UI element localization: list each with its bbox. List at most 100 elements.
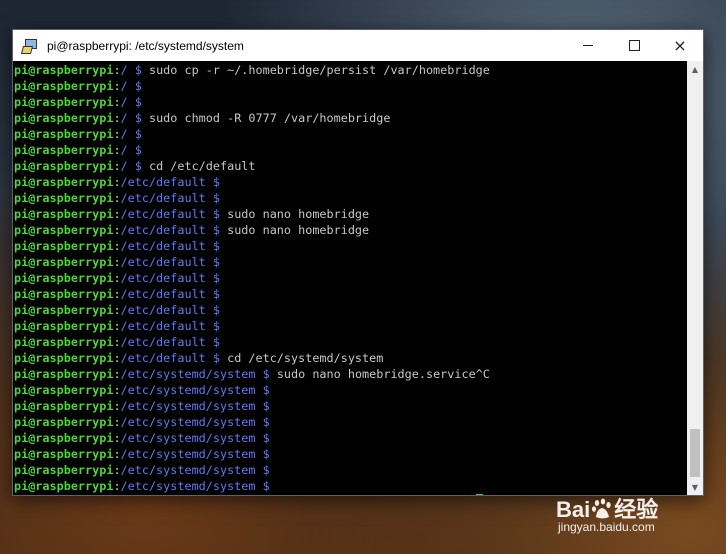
terminal-line: pi@raspberrypi:/ $ [14, 127, 149, 141]
terminal-line: pi@raspberrypi:/etc/default $ sudo nano … [14, 223, 370, 237]
prompt-user: pi@raspberrypi [14, 463, 114, 477]
prompt-path: /etc/default [120, 271, 206, 285]
command-text: sudo nano homebridge [227, 207, 370, 221]
prompt-path: /etc/systemd/system [120, 415, 256, 429]
prompt-user: pi@raspberrypi [14, 95, 114, 109]
prompt-user: pi@raspberrypi [14, 367, 114, 381]
prompt-user: pi@raspberrypi [14, 255, 114, 269]
prompt-path: /etc/default [120, 287, 206, 301]
close-button[interactable]: × [657, 30, 703, 61]
prompt-user: pi@raspberrypi [14, 223, 114, 237]
prompt-path: / [120, 111, 128, 125]
terminal-line: pi@raspberrypi:/ $ sudo cp -r ~/.homebri… [14, 63, 490, 77]
prompt-path: /etc/default [120, 223, 206, 237]
terminal-line: pi@raspberrypi:/ $ sudo chmod -R 0777 /v… [14, 111, 391, 125]
terminal-line: pi@raspberrypi:/etc/default $ cd /etc/sy… [14, 351, 384, 365]
prompt-path: / [120, 95, 128, 109]
prompt-user: pi@raspberrypi [14, 159, 114, 173]
terminal-line: pi@raspberrypi:/etc/default $ [14, 287, 228, 301]
prompt-user: pi@raspberrypi [14, 79, 114, 93]
prompt-path: /etc/default [120, 175, 206, 189]
prompt-user: pi@raspberrypi [14, 271, 114, 285]
terminal-line: pi@raspberrypi:/ $ [14, 95, 149, 109]
prompt-user: pi@raspberrypi [14, 319, 114, 333]
close-icon: × [673, 36, 687, 55]
prompt-path: / [120, 127, 128, 141]
scrollbar-thumb[interactable] [690, 429, 700, 477]
scroll-down-arrow-icon[interactable]: ▼ [687, 479, 703, 495]
minimize-button[interactable] [565, 30, 611, 61]
command-text: sudo chmod -R 0777 /var/homebridge [148, 111, 391, 125]
vertical-scrollbar[interactable]: ▲ ▼ [687, 61, 703, 495]
prompt-user: pi@raspberrypi [14, 447, 114, 461]
prompt-path: /etc/default [120, 239, 206, 253]
terminal-line: pi@raspberrypi:/etc/systemd/system $ [14, 399, 277, 413]
watermark-url: jingyan.baidu.com [558, 520, 655, 534]
prompt-path: /etc/systemd/system [120, 383, 256, 397]
prompt-user: pi@raspberrypi [14, 479, 114, 493]
watermark-brand-right: 经验 [614, 497, 659, 522]
terminal-line: pi@raspberrypi:/etc/systemd/system $ sud… [14, 367, 490, 381]
terminal-line: pi@raspberrypi:/etc/systemd/system $ [14, 383, 277, 397]
prompt-user: pi@raspberrypi [14, 351, 114, 365]
maximize-icon [628, 40, 640, 51]
prompt-user: pi@raspberrypi [14, 127, 114, 141]
terminal-line: pi@raspberrypi:/ $ [14, 79, 149, 93]
prompt-path: /etc/systemd/system [120, 479, 256, 493]
prompt-user: pi@raspberrypi [14, 207, 114, 221]
prompt-path: /etc/systemd/system [120, 463, 256, 477]
terminal-line: pi@raspberrypi:/etc/systemd/system $ [14, 447, 277, 461]
prompt-path: / [120, 143, 128, 157]
prompt-user: pi@raspberrypi [14, 399, 114, 413]
baidu-paw-icon [592, 498, 611, 519]
command-text: sudo cp -r ~/.homebridge/persist /var/ho… [148, 63, 490, 77]
command-text: sudo nano homebridge.service^C [276, 367, 490, 381]
terminal-line: pi@raspberrypi:/etc/default $ sudo nano … [14, 207, 370, 221]
terminal-line: pi@raspberrypi:/etc/default $ [14, 239, 228, 253]
terminal-output[interactable]: pi@raspberrypi:/ $ sudo cp -r ~/.homebri… [13, 61, 687, 495]
prompt-user: pi@raspberrypi [14, 63, 114, 77]
terminal-line: pi@raspberrypi:/etc/systemd/system $ [14, 415, 277, 429]
prompt-path: /etc/systemd/system [120, 431, 256, 445]
prompt-user: pi@raspberrypi [14, 239, 114, 253]
prompt-user: pi@raspberrypi [14, 431, 114, 445]
prompt-path: /etc/default [120, 303, 206, 317]
prompt-user: pi@raspberrypi [14, 191, 114, 205]
terminal-line: pi@raspberrypi:/etc/default $ [14, 271, 228, 285]
prompt-path: /etc/default [120, 191, 206, 205]
prompt-path: /etc/default [120, 335, 206, 349]
prompt-path: / [120, 79, 128, 93]
terminal-line: pi@raspberrypi:/etc/default $ [14, 303, 228, 317]
prompt-path: /etc/default [120, 255, 206, 269]
terminal-line: pi@raspberrypi:/etc/systemd/system $ [14, 463, 277, 477]
title-bar[interactable]: pi@raspberrypi: /etc/systemd/system × [13, 30, 703, 61]
prompt-user: pi@raspberrypi [14, 415, 114, 429]
prompt-path: /etc/systemd/system [120, 367, 256, 381]
command-text: sudo nano homebridge [227, 223, 370, 237]
terminal-line: pi@raspberrypi:/ $ cd /etc/default [14, 159, 256, 173]
window-controls: × [565, 30, 703, 61]
prompt-path: /etc/systemd/system [120, 447, 256, 461]
window-title: pi@raspberrypi: /etc/systemd/system [47, 38, 244, 53]
terminal-line: pi@raspberrypi:/etc/default $ [14, 175, 228, 189]
baidu-watermark: Bai 经验 jingyan.baidu.com [556, 492, 686, 542]
prompt-path: /etc/default [120, 319, 206, 333]
prompt-user: pi@raspberrypi [14, 303, 114, 317]
terminal-line: pi@raspberrypi:/etc/systemd/system $ [14, 431, 277, 445]
terminal-line: pi@raspberrypi:/etc/default $ [14, 335, 228, 349]
scroll-up-arrow-icon[interactable]: ▲ [687, 61, 703, 77]
prompt-path: /etc/default [120, 207, 206, 221]
prompt-path: / [120, 159, 128, 173]
prompt-user: pi@raspberrypi [14, 335, 114, 349]
terminal-line: pi@raspberrypi:/etc/default $ [14, 319, 228, 333]
terminal-line: pi@raspberrypi:/etc/default $ [14, 191, 228, 205]
prompt-user: pi@raspberrypi [14, 111, 114, 125]
prompt-user: pi@raspberrypi [14, 143, 114, 157]
maximize-button[interactable] [611, 30, 657, 61]
command-text: cd /etc/default [148, 159, 256, 173]
prompt-user: pi@raspberrypi [14, 383, 114, 397]
terminal-line: pi@raspberrypi:/ $ [14, 143, 149, 157]
putty-icon[interactable] [20, 38, 38, 54]
terminal-line: pi@raspberrypi:/etc/default $ [14, 255, 228, 269]
prompt-path: / [120, 63, 128, 77]
